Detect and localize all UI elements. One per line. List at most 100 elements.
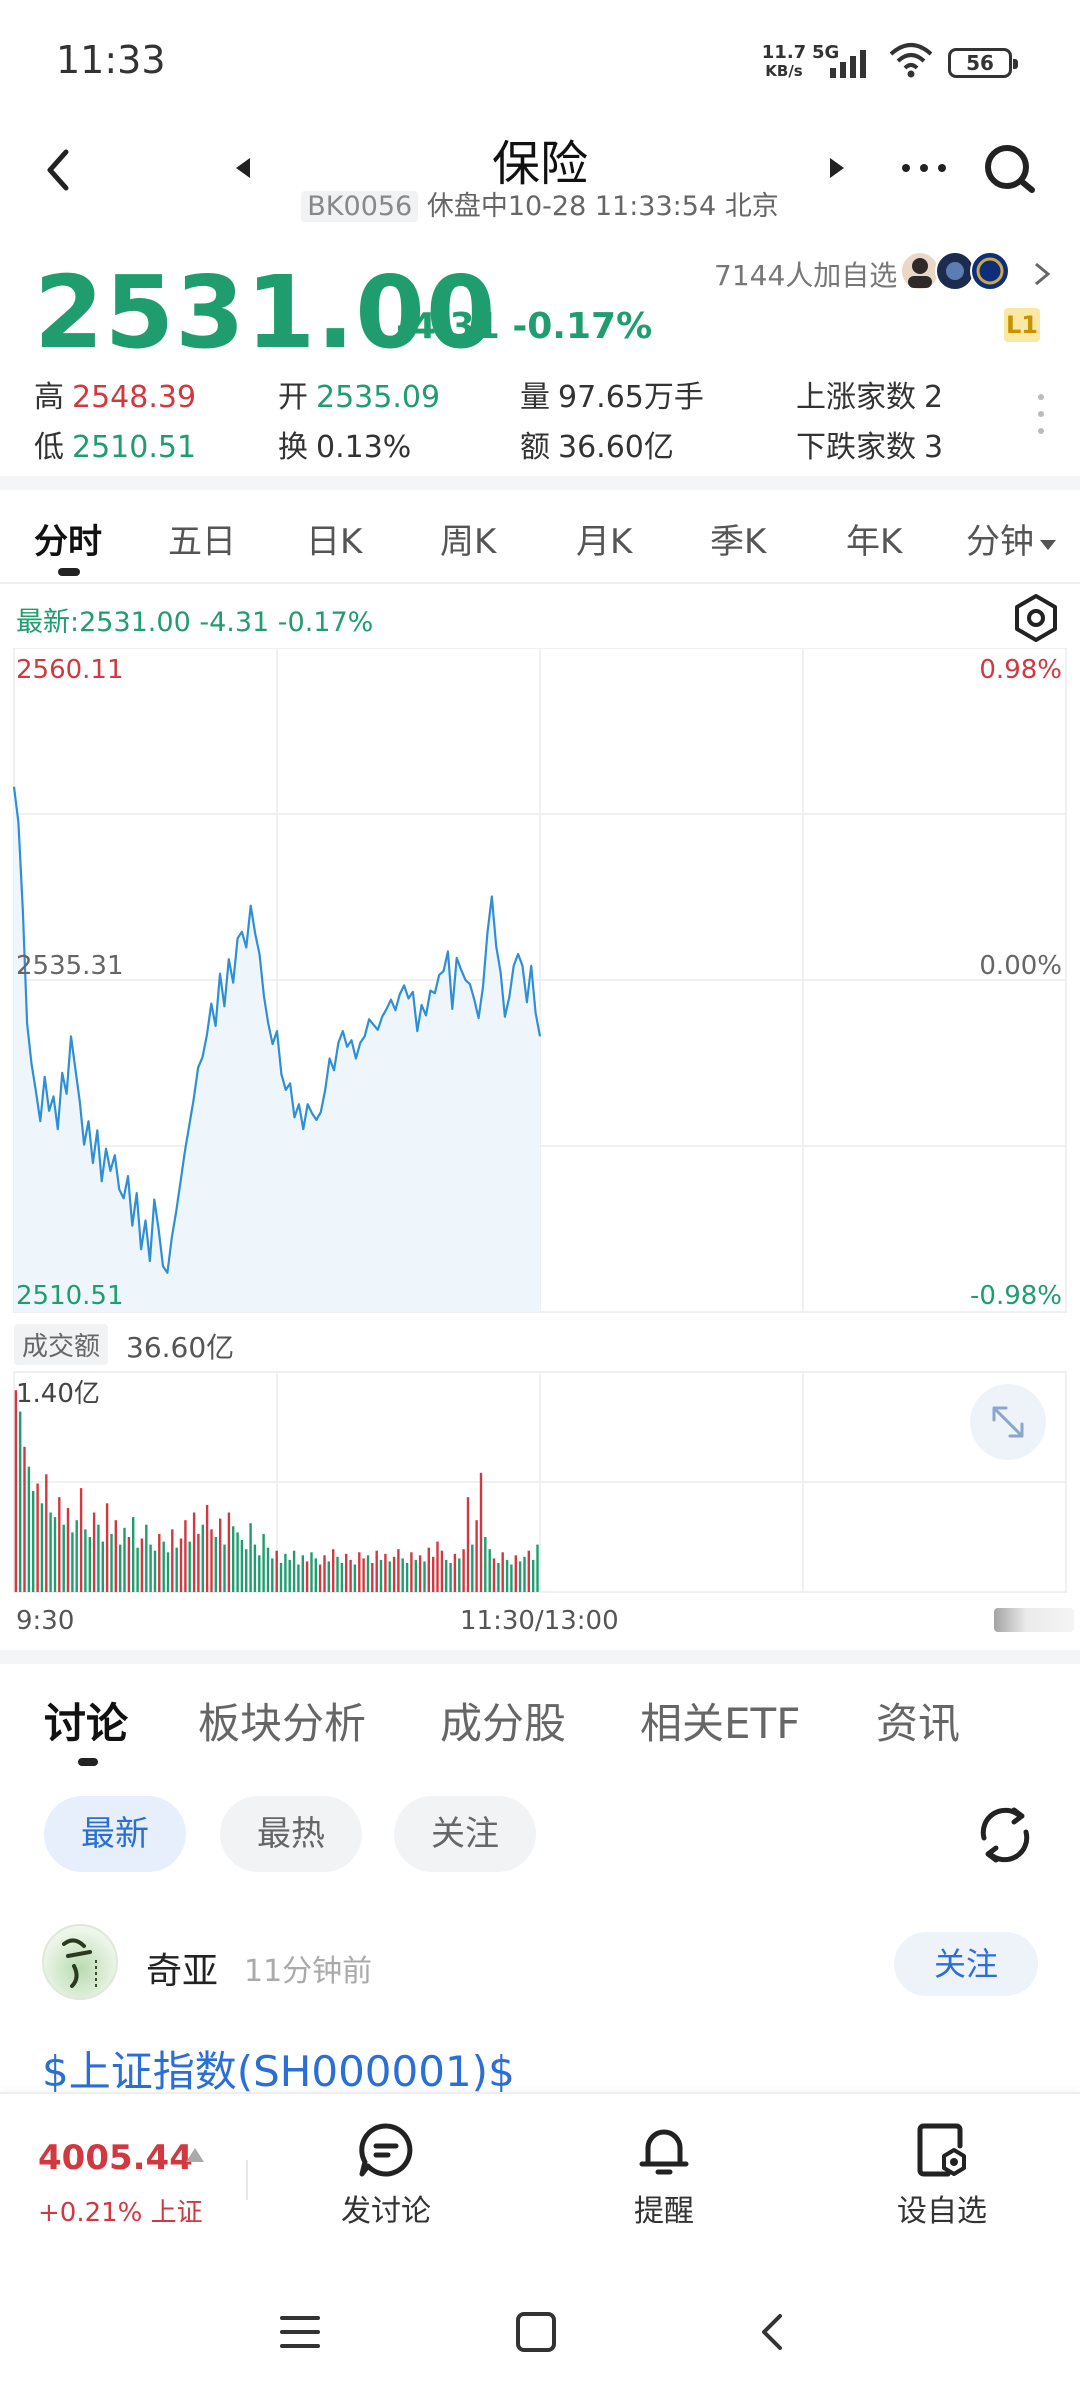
volume-bar (153, 1550, 157, 1592)
net-speed: 11.7 KB/s (758, 42, 810, 81)
bottom-bar-separator (246, 2160, 248, 2200)
stat-advancers-value: 2 (924, 380, 944, 415)
volume-bar (279, 1563, 283, 1592)
y-label-mid: 2535.31 (16, 951, 124, 981)
alert-button[interactable]: 提醒 (584, 2120, 744, 2230)
stat-open-value: 2535.09 (316, 380, 441, 415)
watchlist-icon (917, 2123, 966, 2177)
tab-related-etf[interactable]: 相关ETF (640, 1690, 800, 1751)
add-watchlist-button[interactable]: 设自选 (862, 2120, 1022, 2230)
volume-bar (445, 1559, 448, 1592)
stats-more-icon[interactable] (1036, 392, 1046, 436)
filter-latest[interactable]: 最新 (44, 1796, 186, 1872)
volume-bar (488, 1549, 491, 1592)
tab-discussion[interactable]: 讨论 (44, 1690, 128, 1751)
expand-button[interactable] (970, 1384, 1046, 1460)
tab-sector-analysis[interactable]: 板块分析 (198, 1690, 366, 1751)
tab-yearly-k[interactable]: 年K (846, 514, 902, 563)
volume-bar (192, 1512, 196, 1592)
volume-bar (166, 1552, 170, 1592)
settings-icon[interactable] (1010, 592, 1062, 644)
alert-label: 提醒 (634, 2194, 694, 2229)
tab-five-day[interactable]: 五日 (168, 514, 236, 563)
volume-bar (340, 1563, 344, 1592)
volume-bar (384, 1553, 387, 1592)
index-change[interactable]: +0.21% 上证 (38, 2192, 203, 2229)
tab-weekly-k[interactable]: 周K (440, 514, 496, 563)
home-icon[interactable] (514, 2310, 558, 2354)
chevron-down-icon (1040, 540, 1056, 550)
volume-bar (414, 1559, 417, 1592)
tab-quarterly-k[interactable]: 季K (710, 514, 766, 563)
volume-bar (197, 1533, 200, 1592)
refresh-icon[interactable] (970, 1800, 1040, 1870)
tab-news[interactable]: 资讯 (876, 1690, 960, 1751)
filter-following[interactable]: 关注 (394, 1796, 536, 1872)
follower-avatars[interactable] (900, 246, 1020, 296)
followers-count[interactable]: 7144人加自选 (714, 254, 897, 294)
tab-monthly-k[interactable]: 月K (576, 514, 632, 563)
volume-bar (310, 1552, 313, 1592)
section-divider (0, 1650, 1080, 1664)
stat-low-label: 低 (34, 430, 64, 465)
volume-bar (418, 1555, 422, 1592)
turnover-tag: 成交额 (14, 1324, 109, 1365)
filter-hottest[interactable]: 最热 (220, 1796, 362, 1872)
up-arrow-icon (186, 2148, 204, 2162)
tab-intraday[interactable]: 分时 (34, 514, 102, 563)
volume-bar (32, 1491, 35, 1592)
post-discussion-button[interactable]: 发讨论 (306, 2120, 466, 2230)
avatar[interactable] (42, 1924, 118, 2000)
tab-constituents[interactable]: 成分股 (440, 1690, 566, 1751)
volume-bar (305, 1561, 309, 1592)
stat-decliners-label: 下跌家数 (796, 430, 916, 465)
volume-bar (245, 1549, 248, 1592)
turnover-total: 36.60亿 (126, 1331, 235, 1364)
section-divider (0, 476, 1080, 490)
post-text[interactable]: $上证指数(SH000001)$ (42, 2038, 515, 2099)
stat-amount: 额 36.60亿 (520, 422, 674, 466)
stat-turnover-rate-value: 0.13% (316, 430, 412, 465)
volume-bar (449, 1563, 452, 1592)
net-speed-value: 11.7 (761, 42, 807, 63)
volume-chart[interactable]: 1.40亿 (0, 1368, 1080, 1596)
volume-bar (453, 1553, 457, 1592)
volume-bar (84, 1529, 87, 1592)
volume-bar (40, 1503, 44, 1592)
more-icon[interactable] (894, 148, 954, 188)
add-watchlist-label: 设自选 (897, 2194, 987, 2229)
tab-daily-k[interactable]: 日K (306, 514, 362, 563)
status-time: 11:33 (56, 38, 166, 82)
volume-bar (223, 1544, 226, 1592)
back-icon[interactable] (30, 140, 90, 200)
search-icon[interactable] (980, 140, 1040, 200)
volume-bar (123, 1527, 126, 1592)
stat-low-value: 2510.51 (72, 430, 197, 465)
bell-icon (639, 2129, 689, 2175)
volume-bar (105, 1503, 109, 1592)
price-chart[interactable]: 2560.11 2535.31 2510.51 0.98% 0.00% -0.9… (0, 648, 1080, 1320)
post-username[interactable]: 奇亚 (146, 1942, 218, 1994)
volume-bar (410, 1552, 413, 1592)
menu-icon[interactable] (276, 2312, 324, 2352)
volume-bar (271, 1558, 274, 1592)
volume-bar (405, 1563, 409, 1592)
tab-minute-label: 分钟 (966, 522, 1034, 562)
nav-back-icon[interactable] (752, 2310, 792, 2354)
volume-bar (505, 1559, 509, 1592)
volume-bar (501, 1552, 504, 1592)
volume-bar (292, 1550, 296, 1592)
index-value[interactable]: 4005.44 (38, 2138, 193, 2178)
board-code: BK0056 (301, 191, 419, 222)
volume-bar (227, 1512, 231, 1592)
volume-bar (266, 1547, 270, 1592)
volume-bar (523, 1556, 526, 1592)
next-arrow-icon[interactable] (822, 148, 852, 188)
y-pct-low: -0.98% (970, 1281, 1062, 1311)
tab-minute[interactable]: 分钟 (966, 514, 1058, 563)
follow-button[interactable]: 关注 (894, 1932, 1038, 1996)
prev-arrow-icon[interactable] (228, 148, 258, 188)
volume-bar (318, 1564, 322, 1592)
volume-bar (427, 1547, 430, 1592)
chevron-right-icon[interactable] (1030, 256, 1054, 292)
